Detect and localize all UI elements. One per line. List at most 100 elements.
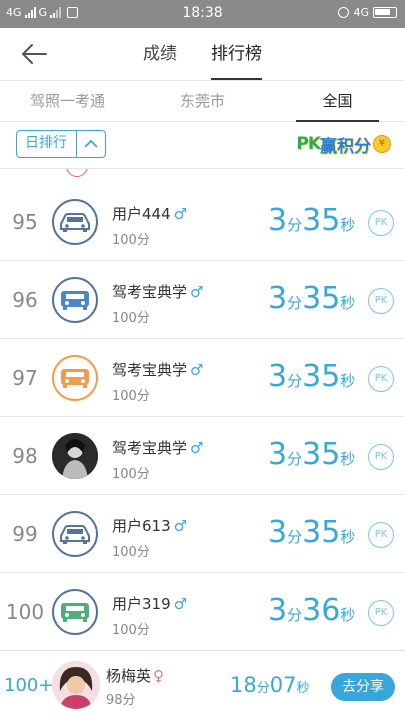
user-name: 驾考宝典学	[112, 439, 188, 457]
time-seconds: 35	[302, 359, 341, 394]
pk-button[interactable]: PK	[368, 522, 394, 548]
user-score: 100分	[112, 623, 150, 638]
male-icon: ♂	[190, 439, 204, 457]
elapsed-time: 3分35秒	[268, 359, 355, 394]
minutes-unit: 分	[287, 528, 303, 546]
period-dropdown[interactable]: 日排行	[16, 130, 106, 158]
user-score: 100分	[112, 233, 150, 248]
user-name: 用户613	[112, 517, 171, 535]
period-label: 日排行	[17, 131, 77, 157]
seconds-unit: 秒	[340, 528, 356, 546]
pk-promo-banner[interactable]: PK 赢积分 ¥	[296, 131, 391, 157]
user-name-line: 用户444 ♂	[112, 203, 187, 224]
avatar-partial	[66, 169, 88, 177]
user-name: 驾考宝典学	[112, 283, 188, 301]
seconds-unit: 秒	[340, 450, 356, 468]
avatar	[52, 433, 98, 479]
status-bar: 4G G 18:38 4G	[0, 0, 405, 28]
leaderboard-list[interactable]: 95 用户444♂ 100分 3分35秒 PK 96 驾考宝典学♂ 100分	[0, 168, 405, 650]
region-tab-jiazhao[interactable]: 驾照一考通	[0, 81, 135, 121]
my-minutes-unit: 分	[256, 681, 270, 696]
pk-button[interactable]: PK	[368, 288, 394, 314]
car-icon	[60, 525, 90, 544]
user-name-line: 用户319 ♂	[112, 593, 187, 614]
leaderboard-row[interactable]: 97 驾考宝典学 ♂ 100分 3分35秒 PK	[0, 339, 405, 417]
time-minutes: 3	[268, 203, 288, 238]
network-label-3: 4G	[353, 6, 369, 19]
my-name-line: 杨梅英 ♀	[106, 665, 164, 686]
seconds-unit: 秒	[340, 606, 356, 624]
minutes-unit: 分	[287, 294, 303, 312]
my-score: 98分	[106, 693, 136, 708]
elapsed-time: 3分35秒	[268, 203, 355, 238]
minutes-unit: 分	[287, 450, 303, 468]
filter-bar: 日排行 PK 赢积分 ¥	[0, 122, 405, 168]
male-icon: ♂	[190, 283, 204, 301]
time-seconds: 35	[302, 203, 341, 238]
time-seconds: 35	[302, 437, 341, 472]
pk-button[interactable]: PK	[368, 600, 394, 626]
leaderboard-row[interactable]: 96 驾考宝典学 ♂ 100分 3分35秒 PK	[0, 261, 405, 339]
battery-icon	[373, 7, 397, 18]
leaderboard-row[interactable]: 98 驾考宝典学 ♂ 100分 3分35秒 PK	[0, 417, 405, 495]
my-rank-bar: 100+ 杨梅英 ♀ 98分 18分07秒 去分享	[0, 650, 405, 720]
leaderboard-row[interactable]: 100 用户319 ♂ 100分 3分36秒 PK	[0, 573, 405, 650]
avatar	[52, 355, 98, 401]
coin-icon: ¥	[373, 135, 391, 153]
pk-button[interactable]: PK	[368, 210, 394, 236]
time-minutes: 3	[268, 281, 288, 316]
user-name: 用户319	[112, 595, 171, 613]
header: 成绩 排行榜	[0, 28, 405, 80]
elapsed-time: 3分35秒	[268, 437, 355, 472]
time-seconds: 35	[302, 281, 341, 316]
female-icon: ♀	[153, 667, 165, 685]
car-icon	[61, 369, 89, 388]
region-tabs: 驾照一考通 东莞市 全国	[0, 80, 405, 122]
avatar	[52, 589, 98, 635]
rank-number: 95	[12, 210, 38, 234]
male-icon: ♂	[173, 205, 188, 223]
region-tab-city[interactable]: 东莞市	[135, 81, 270, 121]
avatar	[52, 277, 98, 323]
car-icon	[60, 213, 90, 232]
status-right: 4G	[338, 6, 397, 19]
seconds-unit: 秒	[340, 372, 356, 390]
rank-number: 97	[12, 366, 38, 390]
time-seconds: 36	[302, 593, 341, 628]
user-name-line: 驾考宝典学 ♂	[112, 437, 203, 458]
time-minutes: 3	[268, 515, 288, 550]
my-elapsed-time: 18分07秒	[230, 673, 310, 697]
male-icon: ♂	[173, 517, 188, 535]
time-seconds: 35	[302, 515, 341, 550]
minutes-unit: 分	[287, 606, 303, 624]
pk-button[interactable]: PK	[368, 444, 394, 470]
seconds-unit: 秒	[340, 216, 356, 234]
minutes-unit: 分	[287, 216, 303, 234]
user-score: 100分	[112, 389, 150, 404]
car-icon	[61, 291, 89, 310]
pk-button[interactable]: PK	[368, 366, 394, 392]
time-minutes: 3	[268, 593, 288, 628]
rank-number: 96	[12, 288, 38, 312]
rank-number: 99	[12, 522, 38, 546]
user-name-line: 用户613 ♂	[112, 515, 187, 536]
leaderboard-row[interactable]: 95 用户444 ♂ 100分 3分35秒 PK	[0, 183, 405, 261]
car-icon	[61, 603, 89, 622]
user-score: 100分	[112, 311, 150, 326]
my-name: 杨梅英	[106, 667, 152, 685]
tab-scores[interactable]: 成绩	[143, 28, 177, 80]
region-tab-national[interactable]: 全国	[270, 81, 405, 122]
share-button[interactable]: 去分享	[331, 673, 395, 701]
user-name: 驾考宝典学	[112, 361, 188, 379]
user-name-line: 驾考宝典学 ♂	[112, 281, 203, 302]
tab-leaderboard[interactable]: 排行榜	[211, 28, 262, 80]
user-photo-icon	[52, 661, 100, 709]
time-minutes: 3	[268, 359, 288, 394]
minutes-unit: 分	[287, 372, 303, 390]
my-seconds-unit: 秒	[296, 681, 310, 696]
leaderboard-row[interactable]: 99 用户613 ♂ 100分 3分35秒 PK	[0, 495, 405, 573]
my-rank-number: 100+	[4, 675, 54, 696]
elapsed-time: 3分35秒	[268, 515, 355, 550]
seconds-unit: 秒	[340, 294, 356, 312]
user-score: 100分	[112, 467, 150, 482]
